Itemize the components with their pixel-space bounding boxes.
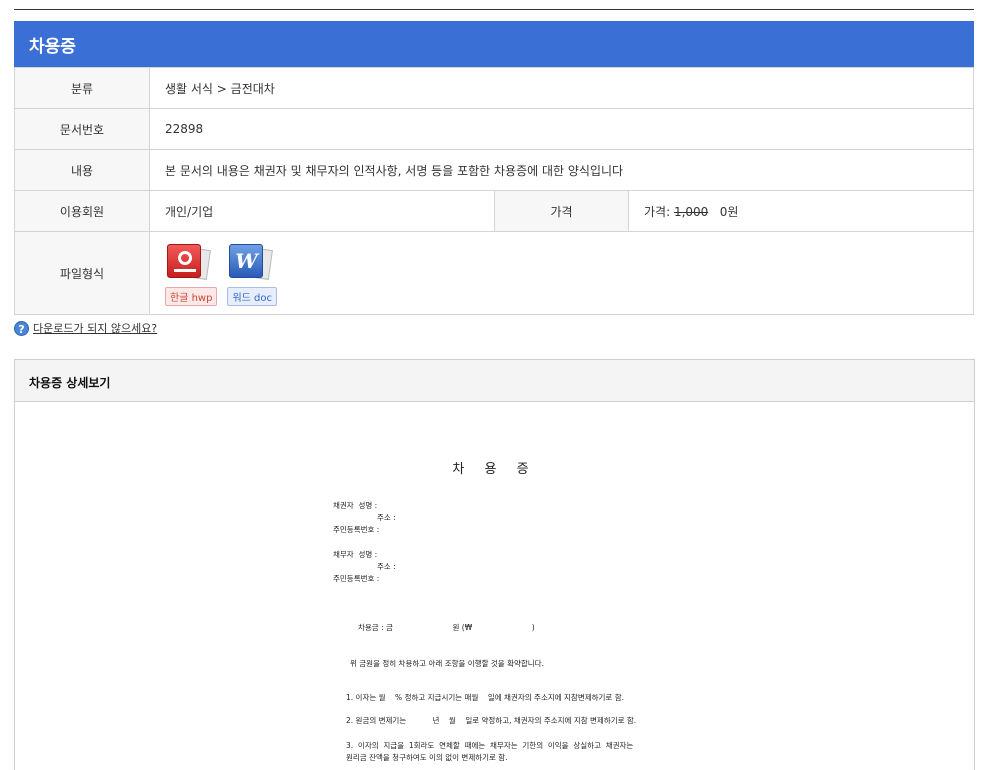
table-row: 문서번호 22898 — [14, 108, 974, 150]
amount-line: 차용금 : 금 원 (₩ ) — [358, 623, 535, 632]
page-title: 차용증 — [14, 21, 974, 67]
detail-panel: 차용증 상세보기 차 용 증 채권자 성명 : 주소 : 주민등록번호 : 채무… — [14, 359, 975, 770]
word-icon[interactable]: W — [227, 244, 275, 284]
detail-title: 차용증 상세보기 — [15, 360, 974, 402]
table-row: 분류 생활 서식 > 금전대차 — [14, 67, 974, 109]
price-label: 가격 — [494, 190, 629, 232]
confirm-line: 위 금원을 정히 차용하고 아래 조항을 이행할 것을 확약합니다. — [350, 659, 544, 668]
content-label: 내용 — [14, 149, 150, 191]
clause-2: 2. 원금의 변제기는 년 월 일로 약정하고, 채권자의 주소지에 지참 변제… — [346, 716, 637, 725]
clause-3-line-1: 3. 이자의 지급을 1회라도 연체할 때에는 채무자는 기한의 이익을 상실하… — [346, 741, 634, 750]
debtor-id-line: 주민등록번호 : — [333, 574, 380, 583]
table-row: 파일형식 한글 hwp W 워드 doc — [14, 231, 974, 315]
top-divider — [14, 9, 974, 10]
doc-label[interactable]: 워드 doc — [227, 287, 277, 306]
clause-3-line-2: 원리금 잔액을 청구하여도 이의 없이 변제하기로 함. — [346, 753, 508, 762]
clause-1: 1. 이자는 월 % 정하고 지급시기는 매월 일에 채권자의 주소지에 지참변… — [346, 693, 624, 702]
fileformat-label: 파일형식 — [14, 231, 150, 315]
docno-value: 22898 — [149, 108, 974, 150]
member-value: 개인/기업 — [149, 190, 495, 232]
document-preview[interactable]: 차 용 증 채권자 성명 : 주소 : 주민등록번호 : 채무자 성명 : 주소… — [15, 402, 974, 770]
question-icon[interactable]: ? — [14, 320, 29, 336]
document-info-table: 분류 생활 서식 > 금전대차 문서번호 22898 내용 본 문서의 내용은 … — [14, 67, 974, 315]
price-value: 가격: 1,000 0원 — [628, 190, 974, 232]
debtor-address-line: 주소 : — [377, 562, 396, 571]
download-help-link[interactable]: 다운로드가 되지 않으세요? — [33, 320, 157, 336]
docno-label: 문서번호 — [14, 108, 150, 150]
creditor-id-line: 주민등록번호 : — [333, 525, 380, 534]
category-value: 생활 서식 > 금전대차 — [149, 67, 974, 109]
original-price: 1,000 — [673, 204, 709, 219]
hwp-icon[interactable] — [165, 244, 213, 284]
creditor-address-line: 주소 : — [377, 513, 396, 522]
category-label: 분류 — [14, 67, 150, 109]
doc-title: 차 용 증 — [452, 462, 537, 477]
content-value: 본 문서의 내용은 채권자 및 채무자의 인적사항, 서명 등을 포함한 차용증… — [149, 149, 974, 191]
table-row: 이용회원 개인/기업 가격 가격: 1,000 0원 — [14, 190, 974, 232]
table-row: 내용 본 문서의 내용은 채권자 및 채무자의 인적사항, 서명 등을 포함한 … — [14, 149, 974, 191]
creditor-name-line: 채권자 성명 : — [333, 501, 378, 510]
file-format-cell: 한글 hwp W 워드 doc — [149, 231, 974, 315]
hwp-label[interactable]: 한글 hwp — [165, 287, 218, 306]
download-help[interactable]: ? 다운로드가 되지 않으세요? — [14, 320, 157, 336]
price-prefix: 가격: — [644, 204, 674, 219]
doc-download[interactable]: W 워드 doc — [227, 244, 277, 306]
final-price: 0원 — [719, 204, 739, 219]
debtor-name-line: 채무자 성명 : — [333, 550, 378, 559]
hwp-download[interactable]: 한글 hwp — [165, 244, 218, 306]
member-label: 이용회원 — [14, 190, 150, 232]
